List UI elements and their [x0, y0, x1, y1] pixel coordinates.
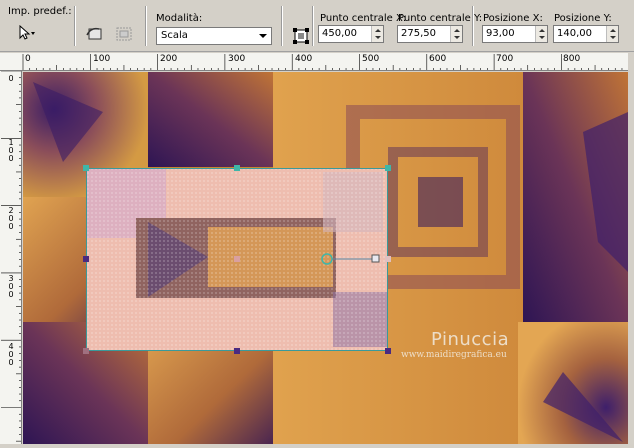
bottom-right-handle[interactable] [385, 348, 391, 354]
pointer-icon [19, 25, 35, 40]
center-x-value: 450,00 [322, 28, 357, 39]
mode-label: Modalità: [156, 13, 203, 24]
top-right-handle[interactable] [385, 165, 391, 171]
pos-x-input[interactable]: 93,00 [482, 25, 548, 43]
ruler-label: 100 [93, 54, 111, 64]
ruler-label: 1 0 0 [8, 138, 14, 163]
middle-left-handle[interactable] [83, 256, 89, 262]
ruler-label: 0 [25, 54, 31, 64]
ruler-label: 2 0 0 [8, 206, 14, 231]
pos-y-spinner[interactable] [606, 26, 618, 42]
pos-x-label: Posizione X: [483, 13, 543, 24]
ruler-label: 0 [8, 74, 14, 83]
pos-x-spinner[interactable] [535, 26, 547, 42]
center-pivot-handle[interactable] [234, 256, 240, 262]
center-x-spinner[interactable] [371, 26, 383, 42]
reset-rectangle-icon [86, 27, 102, 40]
preset-label: Imp. predef.: [8, 6, 72, 17]
center-y-spinner[interactable] [450, 26, 462, 42]
ruler-label: 500 [362, 54, 380, 64]
center-y-value: 275,50 [401, 28, 436, 39]
ruler-ticks [1, 71, 21, 448]
mode-select-value: Scala [161, 30, 188, 41]
ruler-label: 400 [295, 54, 313, 64]
center-y-input[interactable]: 275,50 [397, 25, 463, 43]
pos-y-label: Posizione Y: [554, 13, 612, 24]
ruler-label: 3 0 0 [8, 274, 14, 299]
deform-options-button[interactable] [290, 26, 312, 46]
preset-picker-button[interactable] [16, 23, 38, 43]
mode-select[interactable]: Scala [156, 27, 272, 45]
image-canvas[interactable]: Pinuccia www.maidiregrafica.eu [23, 72, 628, 444]
reset-button[interactable] [84, 24, 106, 44]
window-frame-right [628, 53, 634, 448]
watermark-name: Pinuccia [431, 329, 510, 350]
apply-button[interactable] [113, 24, 135, 44]
toolbar-separator [74, 6, 76, 46]
ruler-label: 200 [160, 54, 178, 64]
bottom-left-handle[interactable] [83, 348, 89, 354]
deform-box-icon [293, 28, 309, 44]
ruler-label: 800 [563, 54, 581, 64]
toolbar-separator [145, 6, 147, 46]
ruler-label: 4 0 0 [8, 342, 14, 367]
tool-options-toolbar: Imp. predef.: Modalità: Scala Punto cent… [0, 0, 634, 52]
toolbar-separator [281, 6, 283, 46]
toolbar-separator [312, 6, 314, 46]
vertical-ruler[interactable]: 0 1 0 0 2 0 0 3 0 0 4 0 0 [0, 71, 22, 448]
center-y-label: Punto centrale Y: [398, 13, 483, 24]
toolbar-separator [472, 6, 474, 46]
center-x-input[interactable]: 450,00 [318, 25, 384, 43]
ruler-label: 300 [228, 54, 246, 64]
ruler-label: 700 [496, 54, 514, 64]
pos-y-value: 140,00 [557, 28, 592, 39]
watermark-url: www.maidiregrafica.eu [401, 350, 507, 360]
window-frame-bottom [0, 444, 634, 448]
pos-x-value: 93,00 [486, 28, 515, 39]
chevron-down-icon [259, 34, 267, 38]
top-middle-handle[interactable] [234, 165, 240, 171]
ruler-label: 600 [429, 54, 447, 64]
apply-grid-icon [116, 27, 132, 41]
horizontal-ruler[interactable]: 0 100 200 300 400 500 600 700 800 [0, 53, 634, 71]
pos-y-input[interactable]: 140,00 [553, 25, 619, 43]
bottom-middle-handle[interactable] [234, 348, 240, 354]
center-x-label: Punto centrale X: [320, 13, 407, 24]
top-left-handle[interactable] [83, 165, 89, 171]
rotation-handle[interactable] [321, 249, 401, 269]
